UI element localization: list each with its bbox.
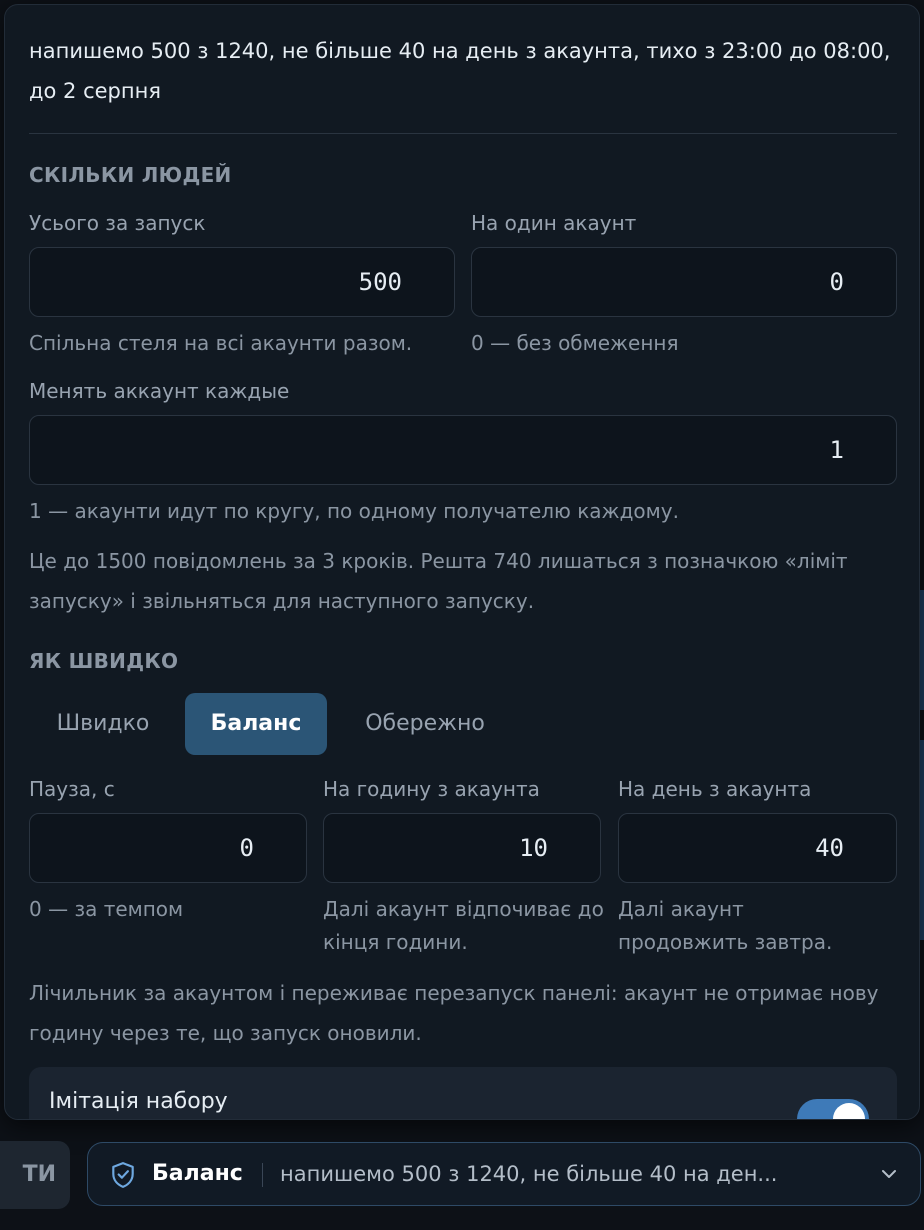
- per-hour-label: На годину з акаунта: [323, 777, 540, 801]
- rotate-label: Менять аккаунт каждые: [29, 379, 290, 403]
- shield-icon: [112, 1162, 134, 1188]
- chevron-down-icon: [882, 1170, 896, 1178]
- campaign-settings-popover: напишемо 500 з 1240, не більше 40 на ден…: [4, 4, 920, 1120]
- per-hour-hint: Далі акаунт відпочиває до кінця години.: [323, 897, 604, 954]
- total-hint: Спільна стеля на всі акаунти разом.: [29, 331, 413, 355]
- speed-mode-fast[interactable]: Швидко: [31, 693, 175, 755]
- section-title-speed: ЯК ШВИДКО: [29, 649, 179, 673]
- current-mode-summary: напишемо 500 з 1240, не більше 40 на ден…: [280, 1162, 778, 1186]
- speed-mode-balance[interactable]: Баланс: [185, 693, 327, 755]
- section-title-people: СКІЛЬКИ ЛЮДЕЙ: [29, 163, 232, 187]
- per-hour-input[interactable]: 10: [323, 813, 601, 883]
- people-note: Це до 1500 повідомлень за 3 кроків. Решт…: [29, 549, 848, 613]
- rotate-input[interactable]: 1: [29, 415, 897, 485]
- separator: [262, 1163, 263, 1187]
- per-account-input[interactable]: 0: [471, 247, 897, 317]
- per-day-label: На день з акаунта: [618, 777, 812, 801]
- typing-imitation-card: Імітація набору: [29, 1067, 897, 1119]
- toggle-knob: [833, 1103, 865, 1119]
- left-action-button[interactable]: ТИ: [0, 1141, 70, 1209]
- speed-mode-careful[interactable]: Обережно: [337, 693, 513, 755]
- total-label: Усього за запуск: [29, 211, 206, 235]
- speed-note: Лічильник за акаунтом і переживає переза…: [29, 981, 879, 1045]
- pause-input[interactable]: 0: [29, 813, 307, 883]
- pause-label: Пауза, с: [29, 777, 115, 801]
- rotate-hint: 1 — акаунти идут по кругу, по одному пол…: [29, 499, 679, 523]
- pause-hint: 0 — за темпом: [29, 897, 184, 921]
- per-account-label: На один акаунт: [471, 211, 637, 235]
- per-account-hint: 0 — без обмеження: [471, 331, 679, 355]
- speed-mode-selector[interactable]: Баланс напишемо 500 з 1240, не більше 40…: [87, 1142, 921, 1206]
- divider: [29, 133, 897, 134]
- settings-summary: напишемо 500 з 1240, не більше 40 на ден…: [29, 39, 891, 103]
- total-input[interactable]: 500: [29, 247, 455, 317]
- current-mode-name: Баланс: [152, 1161, 243, 1186]
- per-day-input[interactable]: 40: [618, 813, 897, 883]
- typing-imitation-label: Імітація набору: [49, 1089, 228, 1114]
- typing-imitation-toggle[interactable]: [797, 1099, 869, 1119]
- per-day-hint: Далі акаунт продовжить завтра.: [618, 897, 833, 954]
